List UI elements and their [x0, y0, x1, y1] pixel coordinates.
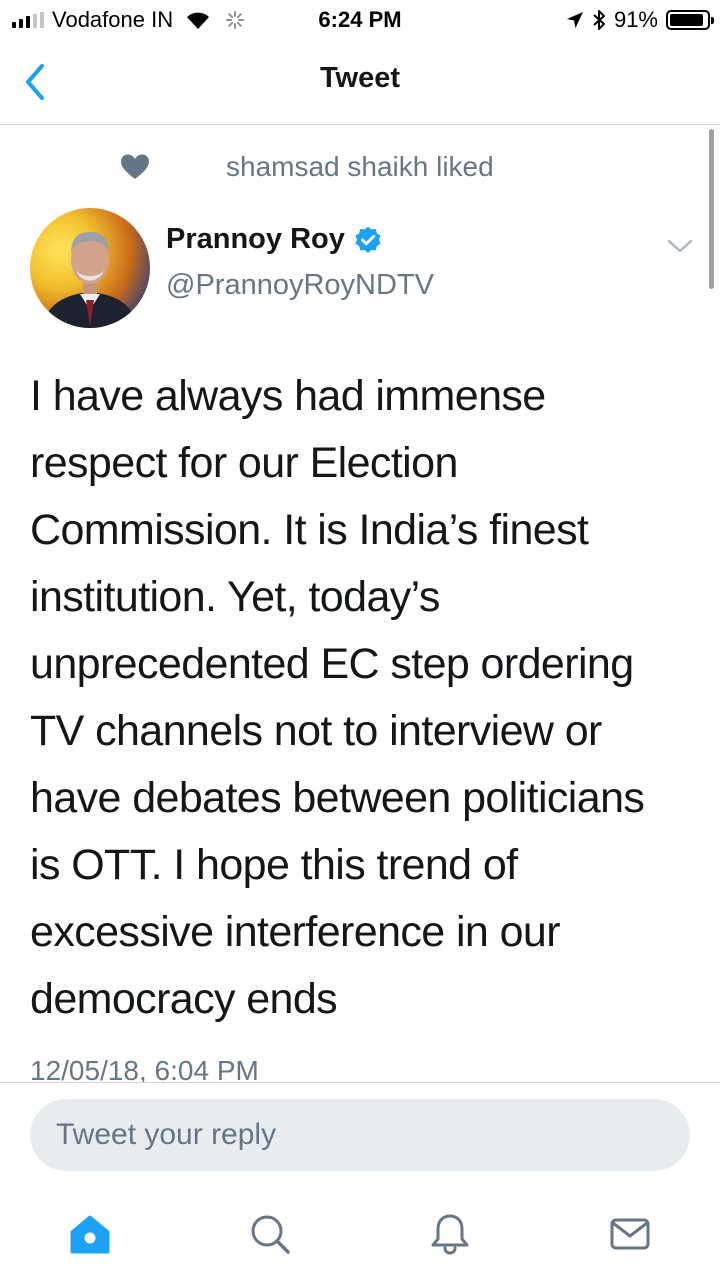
tab-messages[interactable]	[608, 1212, 652, 1256]
reply-input[interactable]	[30, 1099, 690, 1171]
social-context[interactable]: shamsad shaikh liked	[0, 147, 720, 187]
tweet-text: I have always had immense respect for ou…	[30, 372, 645, 1023]
reply-bar	[0, 1082, 720, 1183]
social-context-text: shamsad shaikh liked	[226, 151, 494, 182]
messages-icon	[610, 1218, 650, 1250]
battery-icon	[666, 10, 714, 30]
home-icon	[70, 1215, 110, 1254]
page-title: Tweet	[319, 62, 401, 94]
bluetooth-icon	[593, 10, 605, 30]
search-icon	[251, 1215, 290, 1254]
status-bar: Vodafone IN 6:24 PM 91%	[0, 0, 720, 40]
verified-badge-icon	[355, 226, 381, 253]
author-handle[interactable]: @PrannoyRoyNDTV	[166, 269, 434, 302]
chevron-down-icon[interactable]	[666, 237, 694, 255]
navigation-bar: Tweet	[0, 40, 720, 125]
tweet-detail[interactable]: shamsad shaikh liked Prannoy Roy @Pranno…	[0, 125, 720, 1082]
author-name: Prannoy Roy	[166, 223, 345, 255]
tab-bar	[0, 1182, 720, 1280]
tweet-timestamp: 12/05/18, 6:04 PM	[30, 1055, 259, 1082]
tab-home[interactable]	[68, 1212, 112, 1256]
notifications-icon	[431, 1214, 469, 1255]
location-arrow-icon	[566, 12, 583, 28]
tab-notifications[interactable]	[428, 1212, 472, 1256]
tab-search[interactable]	[248, 1212, 292, 1256]
battery-percent: 91%	[613, 7, 658, 32]
avatar-image	[30, 208, 150, 328]
author-name-row[interactable]: Prannoy Roy	[166, 223, 383, 256]
author-avatar[interactable]	[30, 208, 150, 328]
battery-level-fill	[670, 14, 703, 26]
heart-icon	[121, 154, 149, 179]
